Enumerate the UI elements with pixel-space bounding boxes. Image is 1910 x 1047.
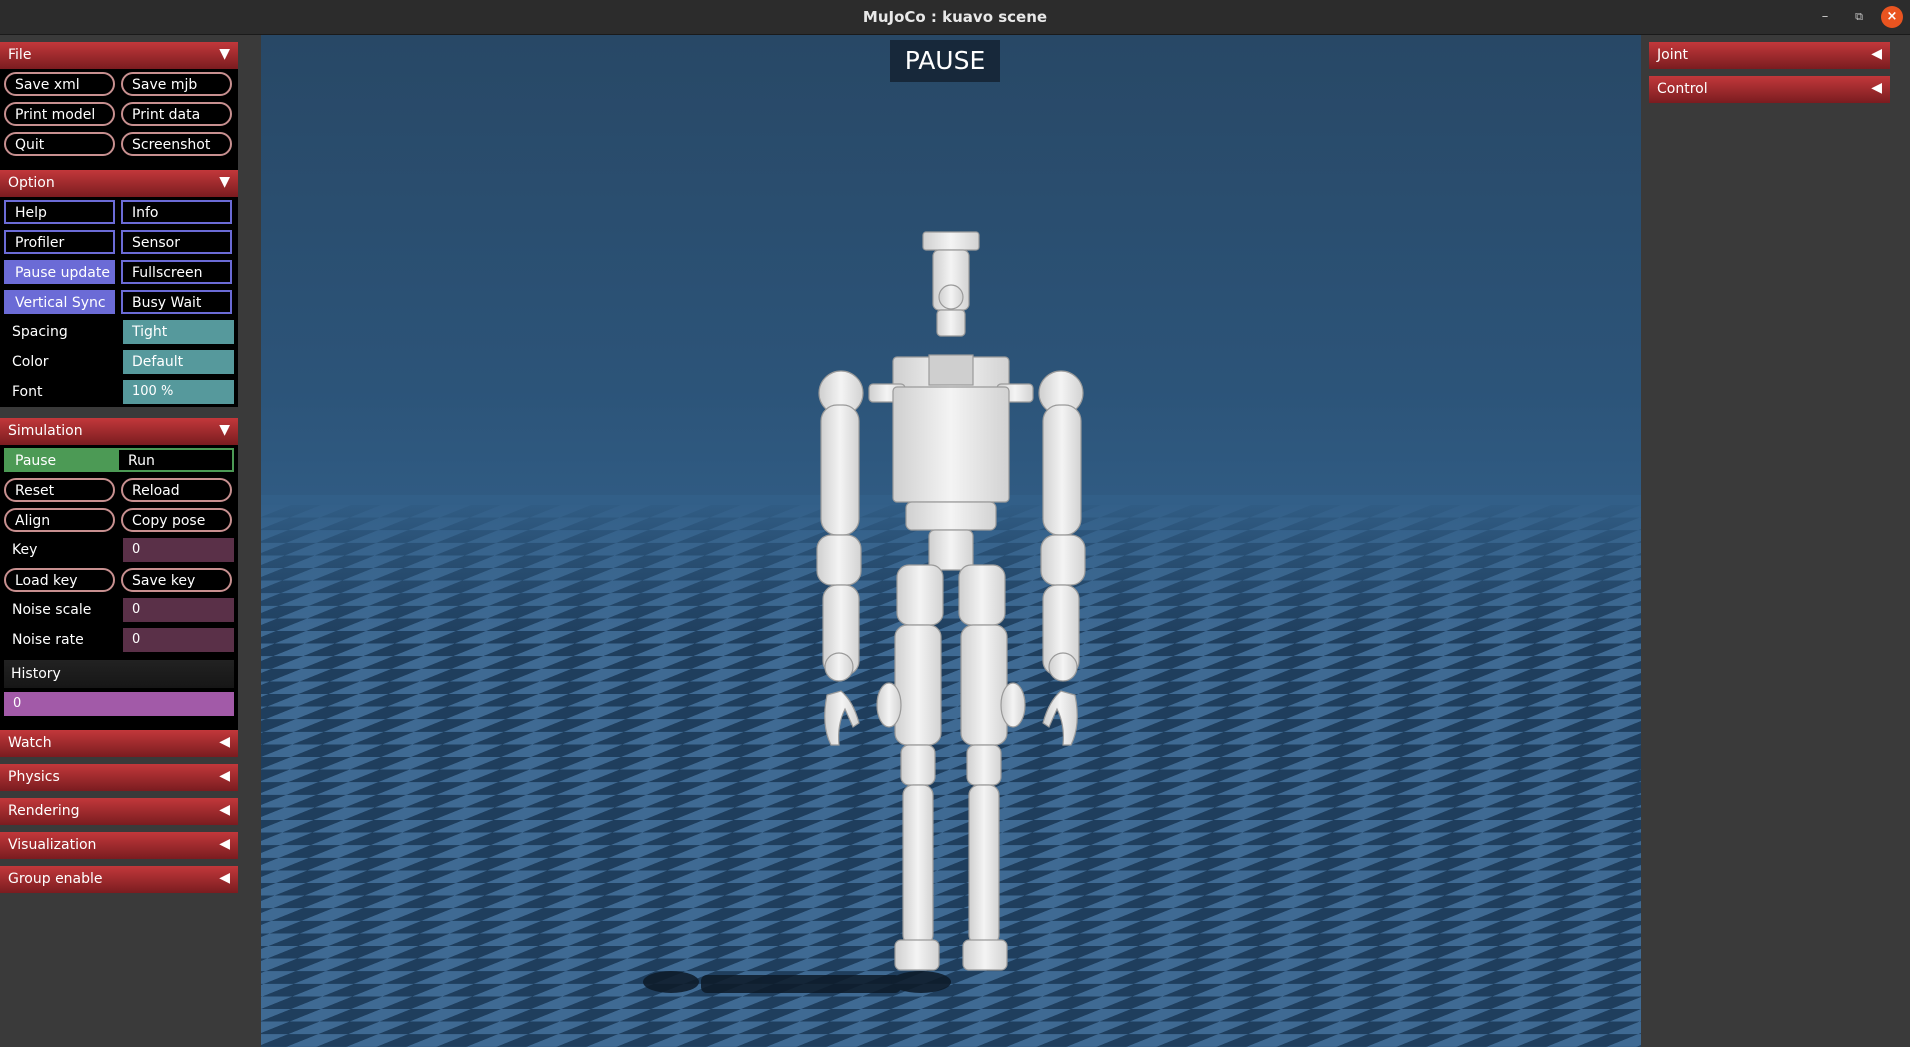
section-visualization-label: Visualization	[8, 837, 97, 853]
section-file-header[interactable]: File ▼	[0, 42, 238, 69]
print-data-button[interactable]: Print data	[121, 102, 232, 126]
section-group-enable-label: Group enable	[8, 871, 103, 887]
noise-scale-input[interactable]: 0	[123, 598, 234, 622]
help-checkbox[interactable]: Help	[4, 200, 115, 224]
collapse-arrow-icon: ▼	[219, 174, 230, 190]
key-input[interactable]: 0	[123, 538, 234, 562]
section-file-label: File	[8, 47, 32, 63]
font-label: Font	[12, 384, 43, 400]
vertical-sync-checkbox[interactable]: Vertical Sync	[4, 290, 115, 314]
window-title: MuJoCo : kuavo scene	[862, 8, 1048, 26]
pause-status-label: PAUSE	[890, 40, 1000, 82]
print-model-button[interactable]: Print model	[4, 102, 115, 126]
collapse-arrow-icon: ▼	[219, 46, 230, 62]
reset-button[interactable]: Reset	[4, 478, 115, 502]
section-option-header[interactable]: Option ▼	[0, 170, 238, 197]
busy-wait-checkbox[interactable]: Busy Wait	[121, 290, 232, 314]
scene-render	[261, 231, 1641, 1047]
section-simulation-label: Simulation	[8, 423, 83, 439]
section-visualization-header[interactable]: Visualization ◀	[0, 832, 238, 859]
color-select[interactable]: Default	[123, 350, 234, 374]
copy-pose-button[interactable]: Copy pose	[121, 508, 232, 532]
right-ui-panel: Joint ◀ Control ◀	[1641, 35, 1910, 1047]
section-watch-header[interactable]: Watch ◀	[0, 730, 238, 757]
key-label: Key	[12, 542, 38, 558]
font-select[interactable]: 100 %	[123, 380, 234, 404]
title-bar: MuJoCo : kuavo scene – ⧉ ×	[0, 0, 1910, 35]
section-joint-label: Joint	[1657, 47, 1688, 63]
reload-button[interactable]: Reload	[121, 478, 232, 502]
save-xml-button[interactable]: Save xml	[4, 72, 115, 96]
expand-arrow-icon: ◀	[219, 802, 230, 818]
spacing-label: Spacing	[12, 324, 68, 340]
section-control-label: Control	[1657, 81, 1708, 97]
expand-arrow-icon: ◀	[1871, 46, 1882, 62]
align-button[interactable]: Align	[4, 508, 115, 532]
pause-update-checkbox[interactable]: Pause update	[4, 260, 115, 284]
collapse-arrow-icon: ▼	[219, 422, 230, 438]
noise-rate-input[interactable]: 0	[123, 628, 234, 652]
noise-rate-label: Noise rate	[12, 632, 84, 648]
load-key-button[interactable]: Load key	[4, 568, 115, 592]
profiler-checkbox[interactable]: Profiler	[4, 230, 115, 254]
expand-arrow-icon: ◀	[1871, 80, 1882, 96]
floor-grid	[261, 495, 1641, 1047]
run-radio[interactable]: Run	[117, 448, 234, 472]
save-mjb-button[interactable]: Save mjb	[121, 72, 232, 96]
fullscreen-checkbox[interactable]: Fullscreen	[121, 260, 232, 284]
expand-arrow-icon: ◀	[219, 836, 230, 852]
history-label: History	[11, 666, 61, 682]
expand-arrow-icon: ◀	[219, 734, 230, 750]
section-group-enable-header[interactable]: Group enable ◀	[0, 866, 238, 893]
section-rendering-label: Rendering	[8, 803, 80, 819]
pause-radio[interactable]: Pause	[4, 448, 117, 472]
info-checkbox[interactable]: Info	[121, 200, 232, 224]
section-rendering-header[interactable]: Rendering ◀	[0, 798, 238, 825]
section-physics-header[interactable]: Physics ◀	[0, 764, 238, 791]
maximize-icon[interactable]: ⧉	[1848, 6, 1870, 28]
minimize-icon[interactable]: –	[1814, 6, 1836, 28]
section-option-label: Option	[8, 175, 55, 191]
left-ui-panel: File ▼ Save xml Save mjb Print model Pri…	[0, 35, 238, 1047]
color-label: Color	[12, 354, 49, 370]
noise-scale-label: Noise scale	[12, 602, 92, 618]
section-control-header[interactable]: Control ◀	[1649, 76, 1890, 103]
sensor-checkbox[interactable]: Sensor	[121, 230, 232, 254]
3d-viewport[interactable]: PAUSE	[261, 35, 1641, 1047]
expand-arrow-icon: ◀	[219, 870, 230, 886]
section-watch-label: Watch	[8, 735, 52, 751]
save-key-button[interactable]: Save key	[121, 568, 232, 592]
section-physics-label: Physics	[8, 769, 60, 785]
history-slider[interactable]: 0	[4, 692, 234, 716]
section-joint-header[interactable]: Joint ◀	[1649, 42, 1890, 69]
close-icon[interactable]: ×	[1881, 6, 1903, 28]
spacing-select[interactable]: Tight	[123, 320, 234, 344]
section-simulation-header[interactable]: Simulation ▼	[0, 418, 238, 445]
expand-arrow-icon: ◀	[219, 768, 230, 784]
history-separator: History	[4, 660, 234, 688]
quit-button[interactable]: Quit	[4, 132, 115, 156]
screenshot-button[interactable]: Screenshot	[121, 132, 232, 156]
